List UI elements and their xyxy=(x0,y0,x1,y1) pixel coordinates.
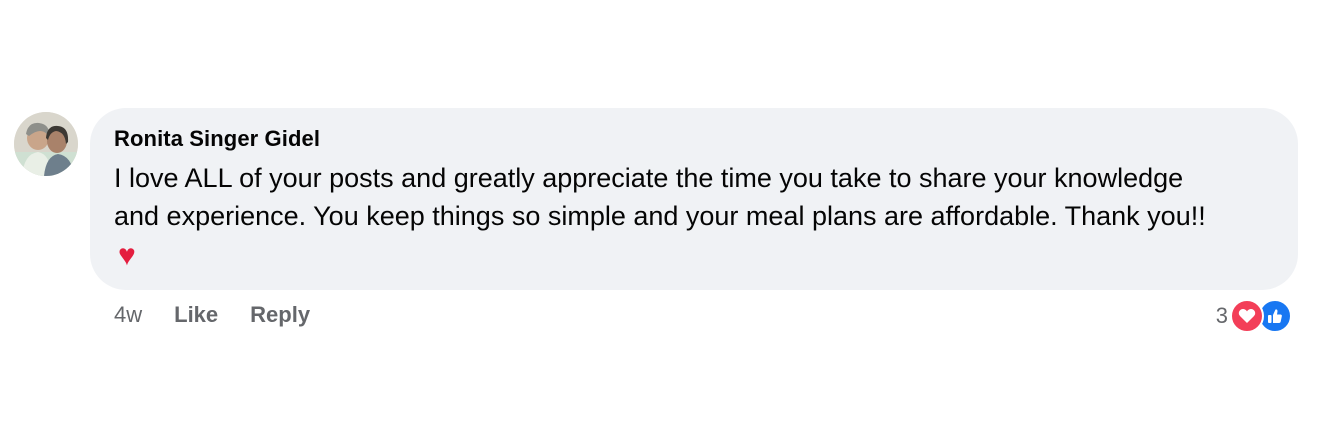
like-button[interactable]: Like xyxy=(174,300,218,330)
love-reaction-icon xyxy=(1230,299,1264,333)
reply-button[interactable]: Reply xyxy=(250,300,310,330)
avatar-photo-icon xyxy=(14,112,78,176)
comment-body: I love ALL of your posts and greatly app… xyxy=(114,163,1206,231)
avatar[interactable] xyxy=(14,112,78,176)
reaction-count: 3 xyxy=(1215,303,1228,328)
reactions-summary[interactable]: 3 xyxy=(1216,298,1292,334)
comment: Ronita Singer Gidel I love ALL of your p… xyxy=(0,0,1320,440)
heart-emoji-icon: ♥ xyxy=(118,239,136,272)
comment-timestamp[interactable]: 4w xyxy=(114,300,142,330)
comment-actions: 4w Like Reply xyxy=(114,300,342,330)
comment-bubble: Ronita Singer Gidel I love ALL of your p… xyxy=(90,108,1298,290)
comment-text: I love ALL of your posts and greatly app… xyxy=(114,159,1234,275)
comment-author[interactable]: Ronita Singer Gidel xyxy=(114,125,1274,153)
